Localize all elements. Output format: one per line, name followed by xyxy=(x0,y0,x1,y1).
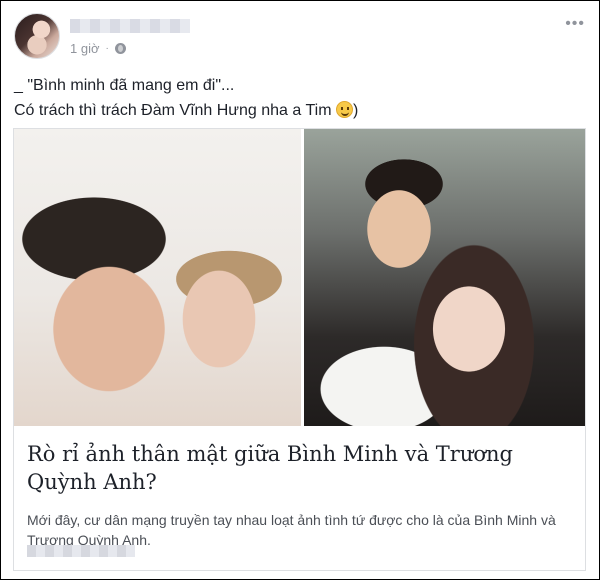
author-name-blurred[interactable] xyxy=(70,19,190,33)
meta-separator: · xyxy=(105,43,109,54)
post-text-line-2: Có trách thì trách Đàm Vĩnh Hưng nha a T… xyxy=(14,98,584,123)
link-preview-body: Rò rỉ ảnh thân mật giữa Bình Minh và Trư… xyxy=(14,426,585,550)
post-text-line-1: _ "Bình minh đã mang em đi"... xyxy=(14,77,235,94)
link-description: Mới đây, cư dân mạng truyền tay nhau loạ… xyxy=(27,512,556,548)
link-preview-image[interactable] xyxy=(14,129,585,426)
facebook-post: 1 giờ · ••• _ "Bình minh đã mang em đi".… xyxy=(0,0,600,580)
ellipsis-icon[interactable]: ••• xyxy=(565,15,585,33)
globe-icon[interactable] xyxy=(114,43,126,54)
post-text-line-2-end: ) xyxy=(352,102,359,119)
link-source-blurred xyxy=(27,545,135,557)
smiley-emoji-icon xyxy=(335,101,353,118)
post-time[interactable]: 1 giờ xyxy=(70,41,100,56)
photo-left xyxy=(14,129,301,426)
post-text-line-2-main: Có trách thì trách Đàm Vĩnh Hưng nha a T… xyxy=(14,102,336,119)
photo-right xyxy=(304,129,585,426)
post-text: _ "Bình minh đã mang em đi"... Có trách … xyxy=(14,73,584,123)
link-title[interactable]: Rò rỉ ảnh thân mật giữa Bình Minh và Trư… xyxy=(27,440,572,496)
link-preview-card[interactable]: Rò rỉ ảnh thân mật giữa Bình Minh và Trư… xyxy=(13,128,586,571)
post-meta: 1 giờ · xyxy=(70,41,126,56)
avatar[interactable] xyxy=(14,13,60,59)
